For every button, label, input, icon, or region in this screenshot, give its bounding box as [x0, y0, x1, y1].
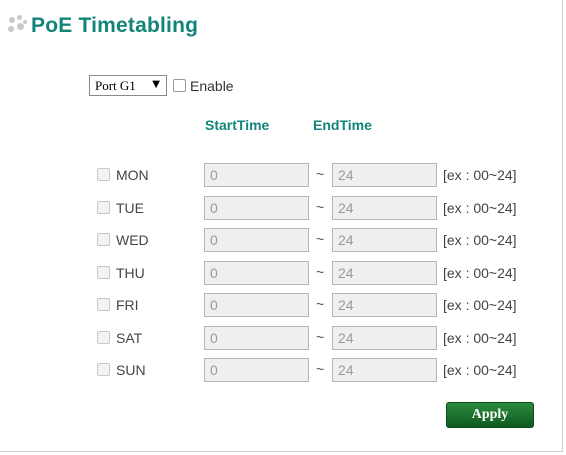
day-label: THU [116, 265, 145, 281]
start-time-input[interactable]: 0 [204, 163, 309, 187]
bullet-dots-icon [8, 15, 28, 37]
page-header: PoE Timetabling [8, 14, 198, 38]
start-time-input[interactable]: 0 [204, 293, 309, 317]
range-hint: [ex : 00~24] [443, 297, 517, 313]
end-time-header: EndTime [313, 117, 372, 133]
range-hint: [ex : 00~24] [443, 167, 517, 183]
end-time-input[interactable]: 24 [332, 358, 437, 382]
start-time-input[interactable]: 0 [204, 196, 309, 220]
page-frame [0, 0, 563, 452]
end-time-input[interactable]: 24 [332, 163, 437, 187]
range-separator: ~ [316, 199, 325, 215]
port-select-value: Port G1 [95, 77, 136, 93]
range-separator: ~ [316, 166, 325, 182]
day-label: FRI [116, 297, 139, 313]
day-checkbox[interactable] [97, 363, 110, 376]
end-time-input[interactable]: 24 [332, 228, 437, 252]
day-checkbox[interactable] [97, 266, 110, 279]
enable-checkbox[interactable] [173, 79, 186, 92]
range-separator: ~ [316, 296, 325, 312]
day-label: TUE [116, 200, 144, 216]
start-time-header: StartTime [205, 117, 270, 133]
start-time-input[interactable]: 0 [204, 358, 309, 382]
end-time-input[interactable]: 24 [332, 293, 437, 317]
range-separator: ~ [316, 231, 325, 247]
apply-button[interactable]: Apply [446, 402, 534, 428]
day-label: MON [116, 167, 149, 183]
range-hint: [ex : 00~24] [443, 265, 517, 281]
range-hint: [ex : 00~24] [443, 362, 517, 378]
start-time-input[interactable]: 0 [204, 326, 309, 350]
day-checkbox[interactable] [97, 201, 110, 214]
range-separator: ~ [316, 264, 325, 280]
day-label: SUN [116, 362, 146, 378]
range-hint: [ex : 00~24] [443, 330, 517, 346]
day-checkbox[interactable] [97, 298, 110, 311]
day-label: WED [116, 232, 149, 248]
port-select[interactable]: Port G1 ▼ [89, 75, 167, 96]
range-separator: ~ [316, 361, 325, 377]
chevron-down-icon: ▼ [152, 79, 160, 90]
start-time-input[interactable]: 0 [204, 261, 309, 285]
day-label: SAT [116, 330, 143, 346]
end-time-input[interactable]: 24 [332, 261, 437, 285]
page-title: PoE Timetabling [31, 14, 199, 37]
day-checkbox[interactable] [97, 233, 110, 246]
end-time-input[interactable]: 24 [332, 196, 437, 220]
start-time-input[interactable]: 0 [204, 228, 309, 252]
end-time-input[interactable]: 24 [332, 326, 437, 350]
range-hint: [ex : 00~24] [443, 232, 517, 248]
range-hint: [ex : 00~24] [443, 200, 517, 216]
enable-label: Enable [190, 78, 234, 94]
day-checkbox[interactable] [97, 331, 110, 344]
range-separator: ~ [316, 329, 325, 345]
day-checkbox[interactable] [97, 168, 110, 181]
